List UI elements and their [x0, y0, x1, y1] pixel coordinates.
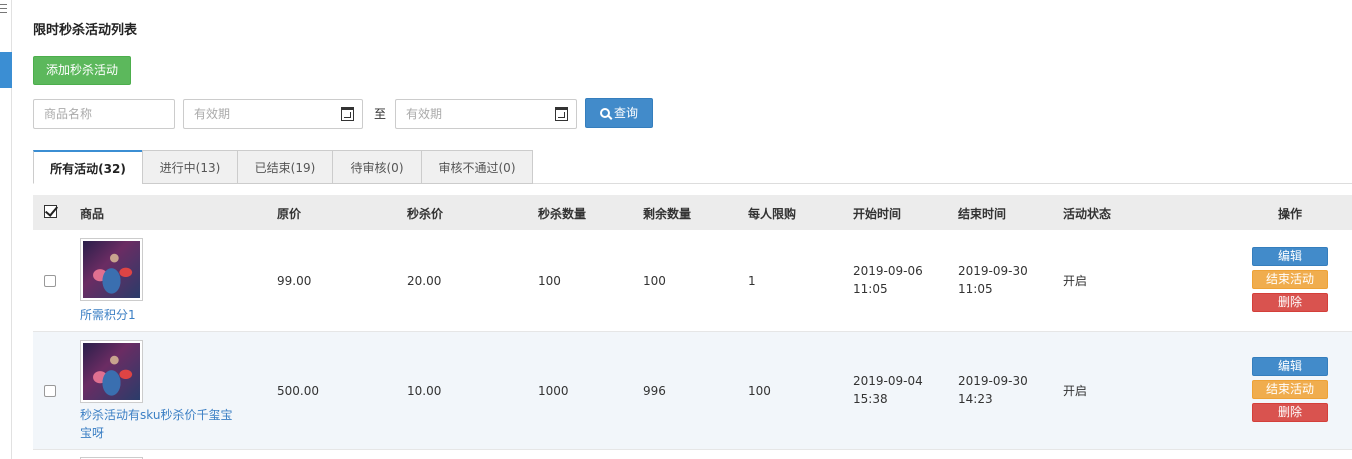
seckill-qty: 1000 — [538, 384, 569, 398]
tab-in-progress[interactable]: 进行中(13) — [142, 150, 238, 184]
edit-button[interactable]: 编辑 — [1252, 247, 1328, 266]
status-text: 开启 — [1063, 274, 1088, 288]
goods-name-input[interactable]: 商品名称 — [33, 99, 175, 129]
end-activity-button[interactable]: 结束活动 — [1252, 380, 1328, 399]
tab-rejected[interactable]: 审核不通过(0) — [421, 150, 533, 184]
end-date: 2019-09-30 — [958, 374, 1028, 388]
status-tabs: 所有活动(32) 进行中(13) 已结束(19) 待审核(0) 审核不通过(0) — [33, 150, 1352, 184]
calendar-icon[interactable] — [341, 107, 354, 121]
col-original-price: 原价 — [277, 207, 302, 221]
row-checkbox[interactable] — [44, 385, 56, 397]
col-end-time: 结束时间 — [958, 207, 1007, 221]
end-time: 11:05 — [958, 282, 993, 296]
edit-button[interactable]: 编辑 — [1252, 357, 1328, 376]
delete-button[interactable]: 删除 — [1252, 293, 1328, 312]
tab-pending[interactable]: 待审核(0) — [332, 150, 422, 184]
search-icon — [599, 108, 610, 118]
end-date-input[interactable]: 有效期 — [395, 99, 577, 129]
col-limit-per-user: 每人限购 — [748, 207, 797, 221]
table-row: 秒杀活动有sku秒杀价千玺宝 宝呀 500.00 10.00 1000 996 … — [33, 332, 1352, 450]
goods-name-line1: 秒杀活动有sku秒杀价千玺宝 — [80, 408, 233, 422]
seckill-price: 20.00 — [407, 274, 442, 288]
limit-per-user: 100 — [748, 384, 771, 398]
goods-name-placeholder: 商品名称 — [44, 107, 93, 121]
original-price: 99.00 — [277, 274, 312, 288]
end-activity-button[interactable]: 结束活动 — [1252, 270, 1328, 289]
start-time: 15:38 — [853, 392, 888, 406]
start-date: 2019-09-04 — [853, 374, 923, 388]
seckill-table: 商品 原价 秒杀价 秒杀数量 剩余数量 每人限购 开始时间 结束时间 活动状态 … — [33, 195, 1352, 459]
col-actions: 操作 — [1278, 207, 1303, 221]
goods-thumbnail[interactable] — [80, 238, 143, 301]
rail-active-indicator — [0, 52, 12, 88]
col-seckill-price: 秒杀价 — [407, 207, 444, 221]
calendar-icon[interactable] — [555, 107, 568, 121]
goods-name-link[interactable]: 秒杀活动有sku秒杀价千玺宝 宝呀 — [80, 406, 240, 442]
search-button-label: 查询 — [613, 106, 638, 120]
delete-button[interactable]: 删除 — [1252, 403, 1328, 422]
page-title: 限时秒杀活动列表 — [33, 23, 138, 38]
col-remaining-qty: 剩余数量 — [643, 207, 692, 221]
limit-per-user: 1 — [748, 274, 756, 288]
goods-name-line2: 宝呀 — [80, 426, 105, 440]
start-date-placeholder: 有效期 — [194, 107, 231, 121]
end-date: 2019-09-30 — [958, 264, 1028, 278]
add-seckill-button[interactable]: 添加秒杀活动 — [33, 56, 131, 85]
col-goods: 商品 — [80, 207, 105, 221]
select-all-checkbox[interactable] — [44, 205, 57, 218]
row-checkbox[interactable] — [44, 275, 56, 287]
goods-thumbnail[interactable] — [80, 340, 143, 403]
col-status: 活动状态 — [1063, 207, 1112, 221]
status-text: 开启 — [1063, 384, 1088, 398]
start-date-input[interactable]: 有效期 — [183, 99, 363, 129]
col-start-time: 开始时间 — [853, 207, 902, 221]
goods-name-link[interactable]: 所需积分1 — [80, 306, 240, 324]
table-header: 商品 原价 秒杀价 秒杀数量 剩余数量 每人限购 开始时间 结束时间 活动状态 … — [33, 195, 1352, 230]
seckill-price: 10.00 — [407, 384, 442, 398]
search-button[interactable]: 查询 — [585, 98, 653, 128]
col-seckill-qty: 秒杀数量 — [538, 207, 587, 221]
start-date: 2019-09-06 — [853, 264, 923, 278]
seckill-qty: 100 — [538, 274, 561, 288]
table-row — [33, 450, 1352, 459]
tab-ended[interactable]: 已结束(19) — [237, 150, 333, 184]
remaining-qty: 100 — [643, 274, 666, 288]
start-time: 11:05 — [853, 282, 888, 296]
original-price: 500.00 — [277, 384, 319, 398]
end-date-placeholder: 有效期 — [406, 107, 443, 121]
end-time: 14:23 — [958, 392, 993, 406]
menu-icon[interactable] — [0, 4, 8, 14]
tab-all[interactable]: 所有活动(32) — [33, 150, 143, 184]
table-row: 所需积分1 99.00 20.00 100 100 1 2019-09-06 1… — [33, 230, 1352, 332]
left-rail — [0, 0, 12, 459]
date-range-separator: 至 — [374, 107, 387, 121]
remaining-qty: 996 — [643, 384, 666, 398]
